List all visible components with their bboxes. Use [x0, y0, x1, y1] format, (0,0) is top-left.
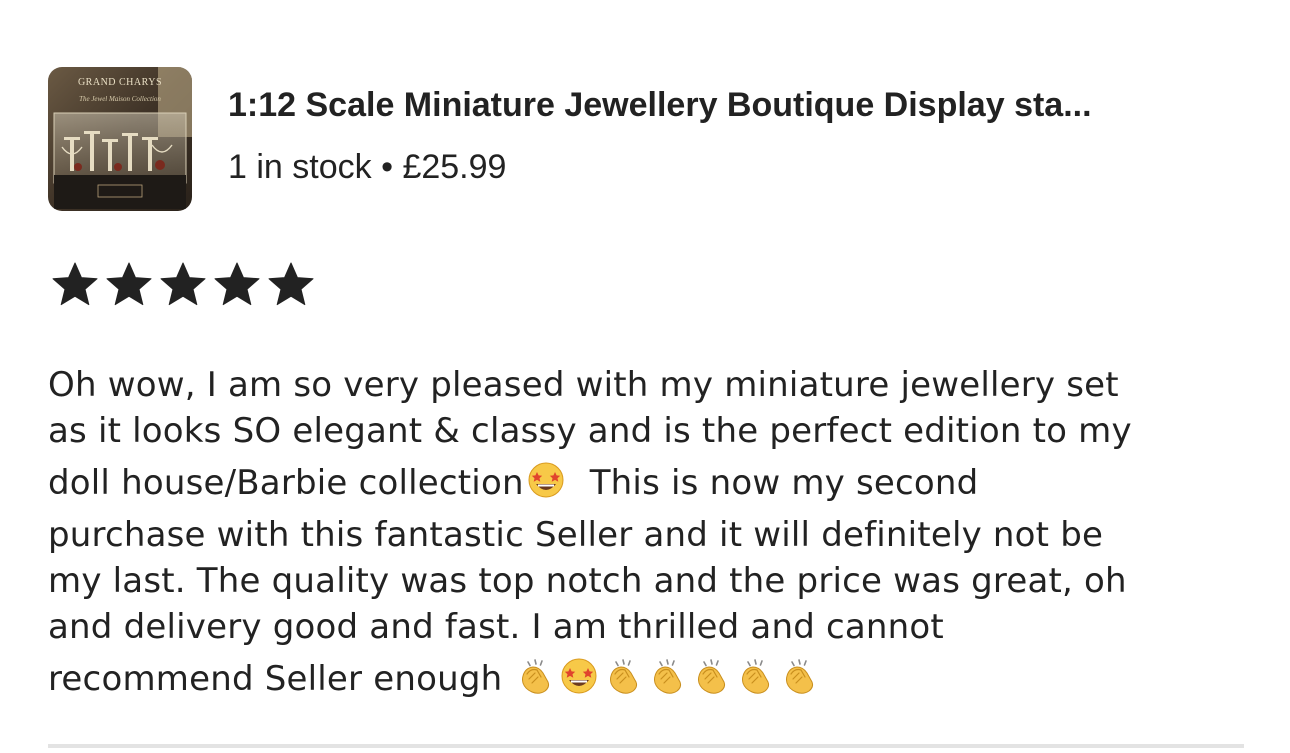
review-line: doll house/Barbie collection This is now…	[48, 454, 1248, 512]
clapping-hands-icon	[735, 656, 775, 696]
star-icon	[214, 262, 260, 306]
clapping-hands-icon	[515, 656, 555, 696]
listing-card[interactable]: GRAND CHARYS The Jewel Maison Collection…	[48, 66, 1248, 211]
review-text: Oh wow, I am so very pleased with my min…	[48, 362, 1248, 708]
review-line: my last. The quality was top notch and t…	[48, 561, 1127, 601]
review-line-text: recommend Seller enough	[48, 659, 503, 699]
star-icon	[160, 262, 206, 306]
review-line: as it looks SO elegant & classy and is t…	[48, 411, 1132, 451]
star-struck-icon	[559, 656, 599, 696]
clapping-hands-icon	[779, 656, 819, 696]
review-line-text: This is now my second	[589, 463, 979, 503]
star-struck-icon	[526, 460, 566, 500]
star-icon	[268, 262, 314, 306]
review-line: purchase with this fantastic Seller and …	[48, 515, 1104, 555]
listing-thumbnail[interactable]: GRAND CHARYS The Jewel Maison Collection	[48, 66, 192, 211]
review-line: Oh wow, I am so very pleased with my min…	[48, 365, 1119, 405]
listing-price: £25.99	[402, 147, 507, 186]
clapping-hands-icon	[647, 656, 687, 696]
star-icon	[106, 262, 152, 306]
stock-status: 1 in stock	[228, 147, 372, 186]
listing-meta: 1 in stock • £25.99	[228, 145, 1092, 189]
divider	[48, 744, 1244, 748]
clapping-hands-icon	[691, 656, 731, 696]
review-line: and delivery good and fast. I am thrille…	[48, 607, 944, 647]
star-icon	[52, 262, 98, 306]
review-line: recommend Seller enough	[48, 650, 1248, 708]
review-line-text: doll house/Barbie collection	[48, 463, 524, 503]
meta-separator: •	[381, 147, 393, 186]
star-rating	[48, 258, 318, 312]
thumbnail-tagline-text: The Jewel Maison Collection	[79, 94, 161, 103]
clapping-hands-icon	[603, 656, 643, 696]
listing-title[interactable]: 1:12 Scale Miniature Jewellery Boutique …	[228, 83, 1092, 127]
thumbnail-brand-text: GRAND CHARYS	[77, 76, 163, 88]
